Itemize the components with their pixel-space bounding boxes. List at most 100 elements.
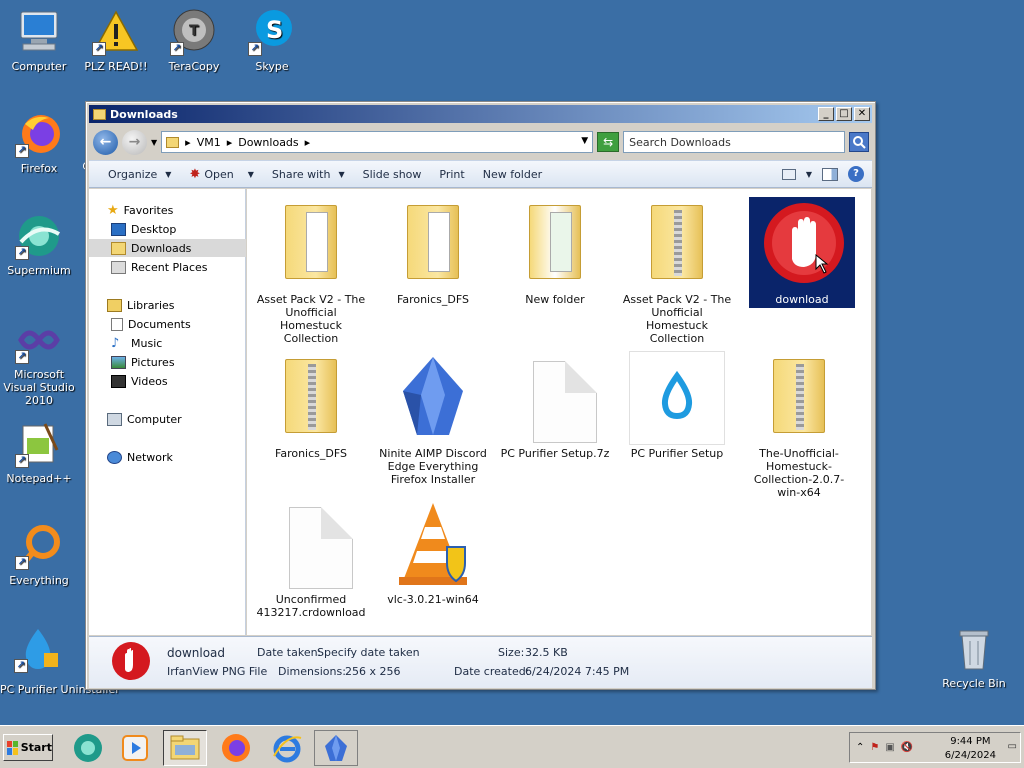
details-date-taken-value[interactable]: Specify date taken <box>317 646 420 659</box>
taskbar-internet-explorer[interactable] <box>265 730 309 766</box>
nav-libraries[interactable]: Libraries <box>89 296 246 314</box>
shortcut-arrow-icon: ↗ <box>15 556 29 570</box>
address-separator-icon[interactable]: ▸ <box>305 136 311 149</box>
file-item[interactable]: PC Purifier Setup.7z <box>499 351 611 460</box>
file-item[interactable]: Ninite AIMP Discord Edge Everything Fire… <box>377 351 489 486</box>
refresh-button[interactable]: ⇆ <box>597 132 620 152</box>
file-item[interactable]: Faronics_DFS <box>255 351 367 460</box>
taskbar-explorer[interactable] <box>163 730 207 766</box>
nav-music[interactable]: ♪ Music <box>89 334 246 352</box>
taskbar-supermium[interactable] <box>66 730 110 766</box>
taskbar-ninite[interactable] <box>314 730 358 766</box>
desktop-icon-computer[interactable]: Computer <box>0 8 78 73</box>
print-button[interactable]: Print <box>430 168 473 181</box>
share-with-menu[interactable]: Share with ▼ <box>263 168 354 181</box>
new-folder-button[interactable]: New folder <box>474 168 551 181</box>
show-hidden-icons-icon[interactable]: ⌃ <box>856 742 864 753</box>
address-bar[interactable]: ▸ VM1 ▸ Downloads ▸ ▼ <box>161 131 594 153</box>
nav-desktop[interactable]: Desktop <box>89 220 246 238</box>
file-item[interactable]: Asset Pack V2 - The Unofficial Homestuck… <box>621 197 733 345</box>
desktop-icon-recycle-bin[interactable]: Recycle Bin <box>935 625 1013 690</box>
file-name: The-Unofficial-Homestuck-Collection-2.0.… <box>753 447 845 499</box>
file-name: Asset Pack V2 - The Unofficial Homestuck… <box>622 293 732 345</box>
file-name: Unconfirmed 413217.crdownload <box>256 593 366 619</box>
nav-favorites[interactable]: ★ Favorites <box>89 201 246 219</box>
clock-date: 6/24/2024 <box>944 750 996 761</box>
nav-label: Pictures <box>131 355 175 369</box>
details-date-taken-label: Date taken: <box>257 646 322 659</box>
desktop-icon-visual-studio[interactable]: ↗ Microsoft Visual Studio 2010 <box>0 316 81 407</box>
nav-computer[interactable]: Computer <box>89 410 246 428</box>
star-icon: ★ <box>107 202 119 218</box>
slide-show-button[interactable]: Slide show <box>354 168 431 181</box>
search-button[interactable] <box>849 132 870 152</box>
taskbar-firefox[interactable] <box>214 730 258 766</box>
chevron-down-icon: ▼ <box>247 169 254 179</box>
start-button[interactable]: Start <box>3 734 53 761</box>
explorer-window[interactable]: Downloads _ □ ✕ ← → ▼ ▸ VM1 ▸ Downloads … <box>85 101 876 690</box>
file-item[interactable]: Faronics_DFS <box>377 197 489 306</box>
desktop-icon-everything[interactable]: ↗ Everything <box>0 522 78 587</box>
organize-menu[interactable]: Organize ▼ <box>99 168 180 181</box>
svg-text:S: S <box>266 16 283 44</box>
navigation-pane: ★ Favorites Desktop Downloads Recent Pla… <box>89 189 246 635</box>
preview-pane-icon[interactable] <box>822 167 838 181</box>
volume-muted-icon[interactable]: 🔇 <box>901 742 913 753</box>
close-button[interactable]: ✕ <box>854 107 870 121</box>
computer-icon <box>107 412 122 426</box>
breadcrumb-downloads[interactable]: Downloads <box>238 136 298 149</box>
forward-button[interactable]: → <box>122 129 147 155</box>
maximize-button[interactable]: □ <box>836 107 852 121</box>
videos-icon <box>111 374 126 388</box>
address-separator-icon[interactable]: ▸ <box>227 136 233 149</box>
file-item[interactable]: New folder <box>499 197 611 306</box>
explorer-icon <box>170 735 200 760</box>
address-separator-icon[interactable]: ▸ <box>185 136 191 149</box>
title-bar[interactable]: Downloads _ □ ✕ <box>89 105 872 123</box>
file-item-selected[interactable]: download <box>749 197 855 308</box>
file-item[interactable]: PC Purifier Setup <box>621 351 733 460</box>
desktop-icon-plz-read[interactable]: ↗ PLZ READ!! <box>77 8 155 73</box>
taskbar-media-player[interactable] <box>113 730 157 766</box>
nav-documents[interactable]: Documents <box>89 315 246 333</box>
recent-places-icon <box>111 260 126 274</box>
clock[interactable]: 9:44 PM 6/24/2024 <box>945 735 996 763</box>
nav-downloads[interactable]: Downloads <box>89 239 246 257</box>
address-dropdown-icon[interactable]: ▼ <box>581 136 588 146</box>
file-item[interactable]: vlc-3.0.21-win64 <box>377 497 489 606</box>
pictures-icon <box>111 355 126 369</box>
action-center-alert-icon[interactable]: ⚑ <box>870 742 879 753</box>
back-button[interactable]: ← <box>93 129 118 155</box>
network-alert-icon[interactable]: ▣ <box>885 742 894 753</box>
change-view-icon[interactable] <box>781 168 796 180</box>
everything-icon: ↗ <box>15 522 63 570</box>
recent-pages-dropdown-icon[interactable]: ▼ <box>151 138 157 147</box>
nav-label: Recent Places <box>131 260 208 274</box>
file-name: Ninite AIMP Discord Edge Everything Fire… <box>379 447 487 486</box>
file-item[interactable]: Asset Pack V2 - The Unofficial Homestuck… <box>255 197 367 345</box>
desktop-icon-teracopy[interactable]: T ↗ TeraCopy <box>155 8 233 73</box>
nav-videos[interactable]: Videos <box>89 372 246 390</box>
start-label: Start <box>20 741 52 754</box>
file-item[interactable]: Unconfirmed 413217.crdownload <box>255 497 367 619</box>
file-item[interactable]: The-Unofficial-Homestuck-Collection-2.0.… <box>743 351 855 499</box>
search-input[interactable]: Search Downloads <box>623 131 846 153</box>
nav-recent-places[interactable]: Recent Places <box>89 258 246 276</box>
open-button[interactable]: ✸ Open ▼ <box>180 167 262 182</box>
file-name: Asset Pack V2 - The Unofficial Homestuck… <box>256 293 366 345</box>
minimize-button[interactable]: _ <box>818 107 834 121</box>
shortcut-arrow-icon: ↗ <box>15 144 29 158</box>
nav-pictures[interactable]: Pictures <box>89 353 246 371</box>
nav-label: Computer <box>127 412 182 426</box>
desktop-icon-skype[interactable]: S ↗ Skype <box>233 8 311 73</box>
desktop-icon-notepad-plus-plus[interactable]: ↗ Notepad++ <box>0 420 78 485</box>
network-icon <box>107 450 122 464</box>
help-icon[interactable]: ? <box>848 166 864 182</box>
chevron-down-icon[interactable]: ▼ <box>806 170 812 179</box>
desktop-icon-supermium[interactable]: ↗ Supermium <box>0 212 78 277</box>
firefox-icon <box>222 734 250 762</box>
show-desktop-icon[interactable]: ▭ <box>1008 741 1017 752</box>
breadcrumb-vm1[interactable]: VM1 <box>197 136 221 149</box>
irfanview-icon: ✸ <box>189 166 201 182</box>
nav-network[interactable]: Network <box>89 448 246 466</box>
